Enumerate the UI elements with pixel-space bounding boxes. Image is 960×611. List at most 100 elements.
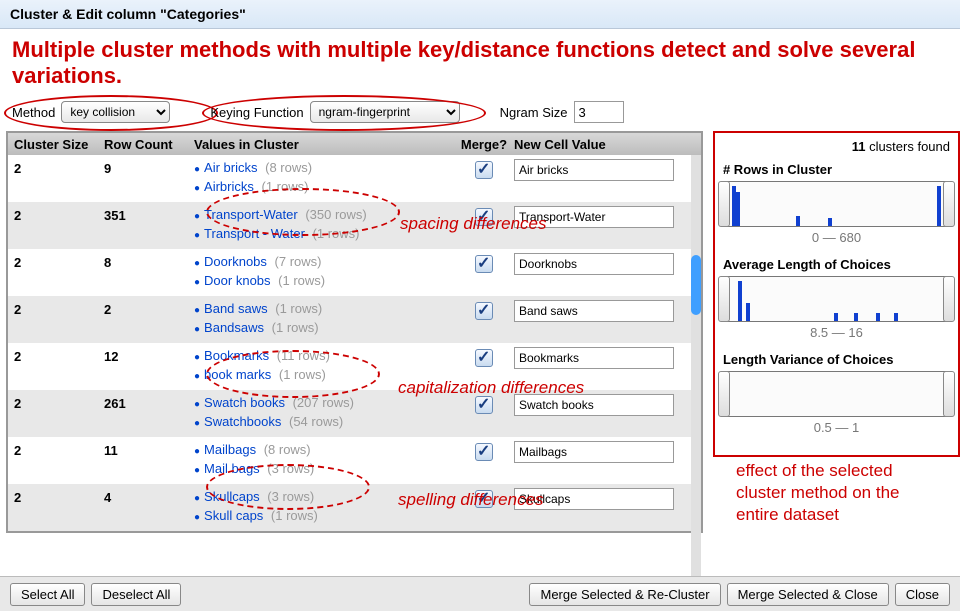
hist3-range: 0.5 — 1 <box>723 420 950 435</box>
new-value-input[interactable] <box>514 394 674 416</box>
merge-recluster-button[interactable]: Merge Selected & Re-Cluster <box>529 583 720 606</box>
new-value-input[interactable] <box>514 300 674 322</box>
value-item[interactable]: ●Transport-Water (350 rows) <box>194 206 454 225</box>
col-header-merge[interactable]: Merge? <box>454 137 514 152</box>
merge-checkbox[interactable] <box>475 490 493 508</box>
value-item[interactable]: ●Bandsaws (1 rows) <box>194 319 454 338</box>
value-item[interactable]: ●Mail bags (3 rows) <box>194 460 454 479</box>
value-item[interactable]: ●Skullcaps (3 rows) <box>194 488 454 507</box>
cell-values: ●Transport-Water (350 rows)●Transport - … <box>194 206 454 246</box>
scroll-thumb[interactable] <box>691 255 701 315</box>
merge-checkbox[interactable] <box>475 255 493 273</box>
annotation-headline: Multiple cluster methods with multiple k… <box>0 29 960 99</box>
value-item[interactable]: ●Doorknobs (7 rows) <box>194 253 454 272</box>
table-header: Cluster Size Row Count Values in Cluster… <box>8 133 701 155</box>
cell-row-count: 2 <box>104 300 194 340</box>
merge-checkbox[interactable] <box>475 161 493 179</box>
value-item[interactable]: ●Transport - Water (1 rows) <box>194 225 454 244</box>
value-item[interactable]: ●Mailbags (8 rows) <box>194 441 454 460</box>
deselect-all-button[interactable]: Deselect All <box>91 583 181 606</box>
slider-handle-right[interactable] <box>943 181 955 227</box>
slider-handle-left[interactable] <box>718 276 730 322</box>
cluster-table: Cluster Size Row Count Values in Cluster… <box>6 131 703 533</box>
cell-row-count: 4 <box>104 488 194 528</box>
ngram-label: Ngram Size <box>500 105 568 120</box>
annotation-side: effect of the selected cluster method on… <box>736 460 946 526</box>
keying-group: Keying Function ngram-fingerprint <box>210 101 459 123</box>
slider-handle-left[interactable] <box>718 181 730 227</box>
ngram-input[interactable] <box>574 101 624 123</box>
table-row: 29●Air bricks (8 rows)●Airbricks (1 rows… <box>8 155 701 202</box>
controls-row: Method key collision Keying Function ngr… <box>0 99 960 131</box>
cell-new-value <box>514 300 694 340</box>
table-row: 24●Skullcaps (3 rows)●Skull caps (1 rows… <box>8 484 701 531</box>
col-header-newval[interactable]: New Cell Value <box>514 137 694 152</box>
value-item[interactable]: ●Airbricks (1 rows) <box>194 178 454 197</box>
cell-row-count: 261 <box>104 394 194 434</box>
cell-cluster-size: 2 <box>14 206 104 246</box>
cell-merge <box>454 441 514 481</box>
merge-checkbox[interactable] <box>475 302 493 320</box>
merge-checkbox[interactable] <box>475 208 493 226</box>
value-item[interactable]: ●Air bricks (8 rows) <box>194 159 454 178</box>
hist1-range: 0 — 680 <box>723 230 950 245</box>
cell-new-value <box>514 394 694 434</box>
cell-cluster-size: 2 <box>14 300 104 340</box>
col-header-values[interactable]: Values in Cluster <box>194 137 454 152</box>
cell-cluster-size: 2 <box>14 394 104 434</box>
scrollbar[interactable] <box>691 155 701 595</box>
value-item[interactable]: ●Swatchbooks (54 rows) <box>194 413 454 432</box>
cell-row-count: 11 <box>104 441 194 481</box>
cell-new-value <box>514 159 694 199</box>
value-item[interactable]: ●Door knobs (1 rows) <box>194 272 454 291</box>
hist1-box[interactable] <box>723 181 950 227</box>
value-item[interactable]: ●Skull caps (1 rows) <box>194 507 454 526</box>
table-body: 29●Air bricks (8 rows)●Airbricks (1 rows… <box>8 155 701 531</box>
new-value-input[interactable] <box>514 159 674 181</box>
method-group: Method key collision <box>12 101 170 123</box>
slider-handle-right[interactable] <box>943 276 955 322</box>
keying-select[interactable]: ngram-fingerprint <box>310 101 460 123</box>
value-item[interactable]: ●Swatch books (207 rows) <box>194 394 454 413</box>
cell-values: ●Doorknobs (7 rows)●Door knobs (1 rows) <box>194 253 454 293</box>
merge-close-button[interactable]: Merge Selected & Close <box>727 583 889 606</box>
cell-cluster-size: 2 <box>14 159 104 199</box>
col-header-count[interactable]: Row Count <box>104 137 194 152</box>
hist2-box[interactable] <box>723 276 950 322</box>
new-value-input[interactable] <box>514 253 674 275</box>
value-item[interactable]: ●Bookmarks (11 rows) <box>194 347 454 366</box>
new-value-input[interactable] <box>514 488 674 510</box>
keying-label: Keying Function <box>210 105 303 120</box>
stats-panel: 11 clusters found # Rows in Cluster 0 — … <box>713 131 960 457</box>
cell-values: ●Bookmarks (11 rows)●book marks (1 rows) <box>194 347 454 387</box>
table-row: 2261●Swatch books (207 rows)●Swatchbooks… <box>8 390 701 437</box>
cell-cluster-size: 2 <box>14 347 104 387</box>
cell-values: ●Skullcaps (3 rows)●Skull caps (1 rows) <box>194 488 454 528</box>
cell-merge <box>454 206 514 246</box>
cell-merge <box>454 159 514 199</box>
new-value-input[interactable] <box>514 441 674 463</box>
method-select[interactable]: key collision <box>61 101 170 123</box>
cell-new-value <box>514 488 694 528</box>
value-item[interactable]: ●book marks (1 rows) <box>194 366 454 385</box>
cell-cluster-size: 2 <box>14 441 104 481</box>
cell-values: ●Swatch books (207 rows)●Swatchbooks (54… <box>194 394 454 434</box>
slider-handle-left[interactable] <box>718 371 730 417</box>
merge-checkbox[interactable] <box>475 396 493 414</box>
hist3-label: Length Variance of Choices <box>723 352 950 367</box>
cell-merge <box>454 300 514 340</box>
ngram-group: Ngram Size <box>500 101 624 123</box>
merge-checkbox[interactable] <box>475 443 493 461</box>
hist1-label: # Rows in Cluster <box>723 162 950 177</box>
merge-checkbox[interactable] <box>475 349 493 367</box>
close-button[interactable]: Close <box>895 583 950 606</box>
cell-cluster-size: 2 <box>14 253 104 293</box>
col-header-size[interactable]: Cluster Size <box>14 137 104 152</box>
new-value-input[interactable] <box>514 347 674 369</box>
hist3-box[interactable] <box>723 371 950 417</box>
value-item[interactable]: ●Band saws (1 rows) <box>194 300 454 319</box>
new-value-input[interactable] <box>514 206 674 228</box>
select-all-button[interactable]: Select All <box>10 583 85 606</box>
hist2-range: 8.5 — 16 <box>723 325 950 340</box>
slider-handle-right[interactable] <box>943 371 955 417</box>
